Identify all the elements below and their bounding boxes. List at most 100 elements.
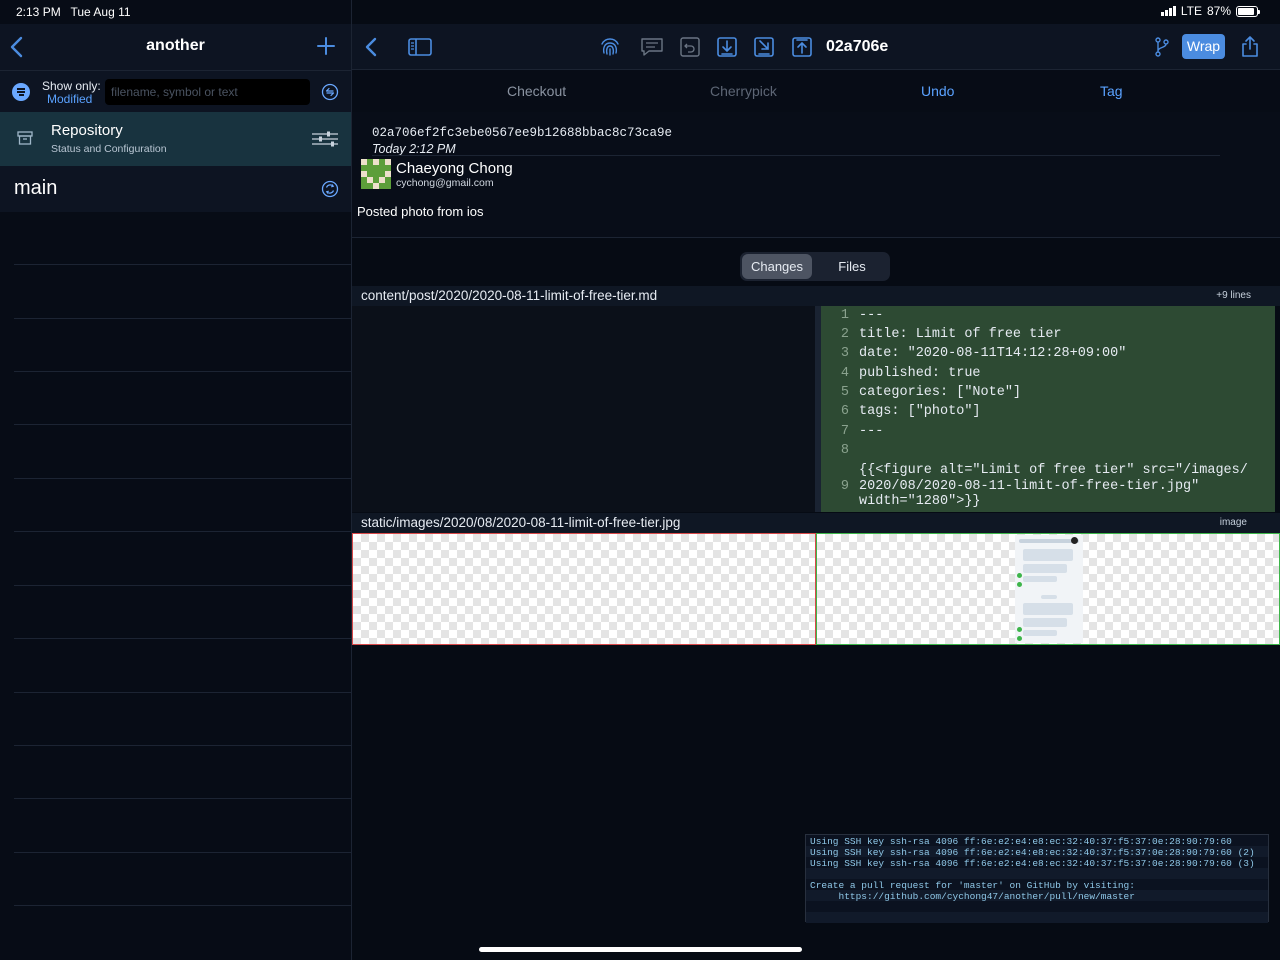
battery-icon	[1236, 5, 1260, 17]
sidebar-header: another	[0, 24, 351, 70]
branch-row[interactable]: main	[0, 166, 351, 212]
refresh-icon[interactable]	[321, 83, 339, 101]
branch-name: main	[14, 177, 58, 199]
line-text: {{<figure alt="Limit of free tier" src="…	[859, 463, 1248, 509]
sidebar-title: another	[146, 37, 205, 54]
sidebar-divider	[14, 638, 351, 639]
line-text: published: true	[859, 366, 981, 381]
file-type-badge: image	[1219, 517, 1247, 528]
sidebar-divider	[14, 531, 351, 532]
author-email: cychong@gmail.com	[396, 177, 494, 189]
sidebar-divider	[14, 905, 351, 906]
branch-icon[interactable]	[1150, 35, 1174, 59]
line-number: 2	[840, 327, 849, 342]
line-text: date: "2020-08-11T14:12:28+09:00"	[859, 346, 1127, 361]
network-type: LTE	[1180, 4, 1202, 18]
console-log[interactable]: Using SSH key ssh-rsa 4096 ff:6e:e2:e4:e…	[805, 834, 1269, 923]
back-chevron-icon[interactable]	[360, 35, 384, 59]
status-indicators: LTE 87%	[1160, 4, 1260, 18]
file-path: static/images/2020/08/2020-08-11-limit-o…	[361, 515, 681, 530]
line-text: title: Limit of free tier	[859, 327, 1062, 342]
line-number: 3	[840, 346, 849, 361]
filter-icon[interactable]	[12, 83, 30, 101]
merge-down-icon[interactable]	[752, 35, 776, 59]
push-up-icon[interactable]	[790, 35, 814, 59]
repository-subtitle: Status and Configuration	[51, 143, 167, 155]
commit-hash: 02a706ef2fc3ebe0567ee9b12688bbac8c73ca9e	[372, 126, 673, 140]
diff-new-pane: 1 --- 2 title: Limit of free tier 3 date: "…	[821, 306, 1275, 512]
filter-row: Show only: Modified	[0, 70, 351, 112]
cherrypick-button[interactable]: Cherrypick	[710, 83, 777, 99]
filter-search-input[interactable]	[105, 79, 310, 105]
console-line: https://github.com/cychong47/another/pul…	[810, 891, 1135, 902]
line-text: ---	[859, 308, 884, 323]
tab-files[interactable]: Files	[816, 254, 888, 279]
sidebar-divider	[14, 478, 351, 479]
sync-icon[interactable]	[321, 180, 339, 198]
image-old-preview	[352, 533, 816, 645]
view-segmented-control: Changes Files	[740, 252, 890, 281]
repository-row[interactable]: Repository Status and Configuration	[0, 112, 351, 166]
line-number: 8	[840, 443, 849, 458]
console-line: Using SSH key ssh-rsa 4096 ff:6e:e2:e4:e…	[810, 858, 1255, 869]
pull-down-icon[interactable]	[715, 35, 739, 59]
commit-actions: Checkout Cherrypick Undo Tag	[352, 70, 1280, 112]
sidebar-divider	[14, 852, 351, 853]
line-text: tags: ["photo"]	[859, 404, 981, 419]
sidebar: another Show only: Modified Repository S…	[0, 0, 352, 960]
archive-icon	[17, 131, 33, 145]
line-number: 1	[840, 308, 849, 323]
image-new-preview[interactable]	[816, 533, 1280, 645]
sidebar-divider	[14, 798, 351, 799]
tab-changes[interactable]: Changes	[742, 254, 812, 279]
sidebar-divider	[14, 585, 351, 586]
status-date-value: Tue Aug 11	[70, 5, 131, 19]
fingerprint-icon[interactable]	[598, 35, 622, 59]
line-text: categories: ["Note"]	[859, 385, 1022, 400]
line-number: 7	[840, 424, 849, 439]
tag-button[interactable]: Tag	[1100, 83, 1123, 99]
wrap-toggle-button[interactable]: Wrap	[1182, 34, 1225, 59]
file-path: content/post/2020/2020-08-11-limit-of-fr…	[361, 288, 658, 303]
sidebar-divider	[14, 264, 351, 265]
line-text: ---	[859, 424, 884, 439]
console-line: Using SSH key ssh-rsa 4096 ff:6e:e2:e4:e…	[810, 847, 1255, 858]
commit-info: 02a706ef2fc3ebe0567ee9b12688bbac8c73ca9e…	[352, 112, 1280, 238]
commit-message: Posted photo from ios	[357, 204, 484, 219]
file-header[interactable]: content/post/2020/2020-08-11-limit-of-fr…	[352, 286, 1280, 306]
home-indicator[interactable]	[479, 947, 802, 952]
console-line: Using SSH key ssh-rsa 4096 ff:6e:e2:e4:e…	[810, 836, 1232, 847]
sliders-icon[interactable]	[310, 129, 340, 149]
diff-old-pane	[352, 306, 815, 512]
sidebar-divider	[14, 424, 351, 425]
checkout-button[interactable]: Checkout	[507, 83, 566, 99]
commit-date: Today 2:12 PM	[372, 142, 456, 156]
line-count-badge: +9 lines	[1216, 290, 1251, 301]
sidebar-divider	[14, 692, 351, 693]
show-only-value[interactable]: Modified	[47, 92, 92, 106]
avatar	[361, 159, 391, 189]
status-clock: 2:13 PM Tue Aug 11	[16, 5, 131, 19]
line-number: 9	[840, 479, 849, 494]
add-icon[interactable]	[313, 33, 339, 59]
show-only-label: Show only:	[42, 79, 101, 93]
author-name: Chaeyong Chong	[396, 160, 513, 177]
sidebar-divider	[14, 318, 351, 319]
comment-icon[interactable]	[639, 35, 665, 59]
main-toolbar: 02a706e Wrap	[352, 24, 1280, 70]
line-number: 5	[840, 385, 849, 400]
image-thumbnail	[1015, 535, 1083, 643]
battery-percent: 87%	[1206, 4, 1231, 18]
undo-button[interactable]: Undo	[921, 83, 954, 99]
commit-short-hash: 02a706e	[826, 38, 889, 55]
undo-icon[interactable]	[678, 35, 702, 59]
line-number: 6	[840, 404, 849, 419]
file-header[interactable]: static/images/2020/08/2020-08-11-limit-o…	[352, 513, 1280, 533]
divider	[372, 155, 1220, 156]
share-icon[interactable]	[1238, 35, 1262, 59]
signal-icon	[1160, 6, 1176, 16]
sidebar-divider	[14, 745, 351, 746]
sidebar-toggle-icon[interactable]	[407, 35, 433, 59]
status-time-value: 2:13 PM	[16, 5, 61, 19]
console-line: Create a pull request for 'master' on Gi…	[810, 880, 1135, 891]
